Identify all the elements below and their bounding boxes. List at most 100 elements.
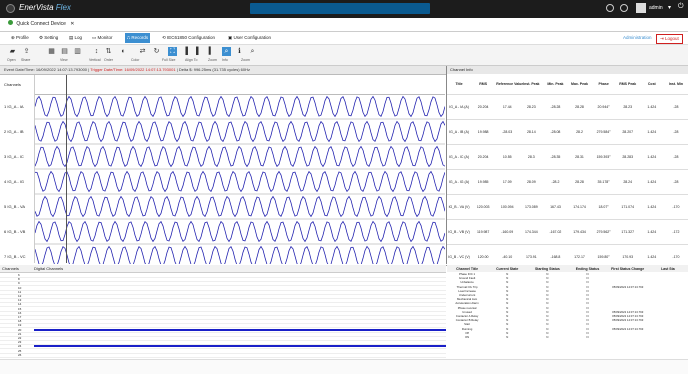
color-reset-icon[interactable]: ↻ <box>152 47 161 56</box>
align-right-icon[interactable]: ▍ <box>207 47 216 56</box>
table-row[interactable]: IG_B - VB (V) 119.987 -160.09 174.344 -167.0… <box>447 219 688 244</box>
column-header[interactable]: Inst. Min <box>664 75 688 94</box>
column-header[interactable]: Max. Peak <box>567 75 591 94</box>
menu-setting[interactable]: ⚙ Setting <box>37 33 60 43</box>
table-row[interactable]: IG_A - IA (A) 20.204 17.44 28.23 -28.28 28.28… <box>447 94 688 119</box>
align-center-icon[interactable]: ▌ <box>194 47 203 56</box>
menu-log[interactable]: ▤ Log <box>67 33 84 43</box>
column-header[interactable]: Channel Title <box>447 265 488 272</box>
toolbar-label-full-size: Full Size <box>162 58 176 62</box>
column-header[interactable]: Reference Value <box>495 75 523 94</box>
table-cell: 279.562° <box>596 229 611 234</box>
table-cell: 28.31 <box>575 154 584 159</box>
help-icon[interactable] <box>606 4 614 12</box>
info-icon[interactable]: ℹ <box>235 47 244 56</box>
column-header[interactable]: Cost <box>640 75 664 94</box>
menu-records[interactable]: ⎍ Records <box>125 33 151 43</box>
vertical-icon[interactable]: ↕ <box>92 47 101 56</box>
channel-label[interactable]: 6 IG_B - VB <box>4 229 25 234</box>
administration-link[interactable]: Administration <box>623 35 652 40</box>
channel-waveform <box>35 95 445 118</box>
table-cell: IG_A - IA (A) <box>449 104 469 109</box>
app-logo-icon <box>6 4 15 13</box>
menu-iec61850[interactable]: ⟲ IEC61850 Configuration <box>160 33 217 43</box>
table-cell: -28 <box>673 129 679 134</box>
channel-label[interactable]: 4 IG_A - IG <box>4 179 24 184</box>
view-list-icon[interactable]: ▤ <box>60 47 69 56</box>
avatar[interactable] <box>636 3 646 13</box>
view-grid-icon[interactable]: ▥ <box>73 47 82 56</box>
table-cell: -28.08 <box>550 129 561 134</box>
power-icon[interactable]: ⏻ <box>678 3 684 11</box>
horizontal-scrollbar[interactable] <box>0 359 688 374</box>
table-row[interactable]: IG_A - IG (A) 19.985 17.09 28.09 -28.2 28.28 3… <box>447 169 688 194</box>
time-cursor[interactable] <box>66 75 67 263</box>
table-cell <box>608 335 648 339</box>
full-size-icon[interactable]: ⛶ <box>168 47 177 56</box>
waveform-plot[interactable] <box>35 94 445 264</box>
column-header[interactable]: First Status Change <box>607 265 648 272</box>
toolbar-label-vertical: Vertical <box>89 58 101 62</box>
chevron-down-icon[interactable]: ▾ <box>668 4 671 11</box>
table-row[interactable]: IG_B - VA (V) 120.003 100.094 173.089 167.43… <box>447 194 688 219</box>
table-row[interactable]: IG_A - IC (A) 20.204 10.55 28.3 -28.35 28.31 1… <box>447 144 688 169</box>
column-header[interactable]: Phase <box>592 75 616 94</box>
align-left-icon[interactable]: ▐ <box>181 47 190 56</box>
menu-user-config[interactable]: ▣ User Configuration <box>226 33 273 43</box>
column-header[interactable]: Current State <box>487 265 528 272</box>
table-cell: -28.03 <box>502 129 513 134</box>
menu-monitor[interactable]: ▭ Monitor <box>90 33 115 43</box>
table-row[interactable]: IG_A - IB (A) 19.988 -28.03 28.14 -28.08 28.2… <box>447 119 688 144</box>
column-header[interactable]: Starting Status <box>527 265 568 272</box>
channel-label[interactable]: 3 IG_A - IC <box>4 154 24 159</box>
table-cell: 171.074 <box>621 204 635 209</box>
digital-row[interactable]: 26 <box>0 353 446 358</box>
column-header[interactable]: RMS Peak <box>616 75 640 94</box>
column-header[interactable]: RMS <box>471 75 495 94</box>
table-cell: 1.424 <box>647 154 657 159</box>
table-cell: 17.44 <box>502 104 512 109</box>
column-header[interactable]: Last Sta <box>647 265 688 272</box>
channel-info-header: Channel Info <box>447 66 688 74</box>
table-cell: 10.55 <box>502 154 512 159</box>
table-cell: 1.424 <box>647 179 657 184</box>
channel-label[interactable]: 2 IG_A - IB <box>4 129 24 134</box>
menu-profile[interactable]: ⊕ Profile <box>9 33 31 43</box>
table-cell: -28 <box>673 104 679 109</box>
close-icon[interactable]: ✕ <box>70 21 74 27</box>
open-icon[interactable]: ▰ <box>8 47 17 56</box>
column-header[interactable]: Min. Peak <box>543 75 567 94</box>
channel-label[interactable]: 5 IG_B - VA <box>4 204 25 209</box>
table-cell: 1.424 <box>647 204 657 209</box>
toolbar-label-open: Open <box>7 58 16 62</box>
color-swap-icon[interactable]: ⇄ <box>138 47 147 56</box>
column-header[interactable]: Title <box>447 75 471 94</box>
column-header[interactable]: Inst. Peak <box>519 75 543 94</box>
table-cell: IG_A - IG (A) <box>448 179 470 184</box>
channel-waveform <box>35 170 445 193</box>
digital-state-bar <box>34 345 446 348</box>
table-row[interactable]: ON N N N <box>447 335 688 339</box>
zoom-cursor-icon[interactable]: ⌕ <box>222 47 231 56</box>
table-cell: -170 <box>672 204 680 209</box>
table-cell: 167.43 <box>550 204 561 209</box>
channel-label[interactable]: 1 IG_A - IA <box>4 104 24 109</box>
table-cell: 28.28 <box>575 179 584 184</box>
table-cell: 159.393° <box>596 154 611 159</box>
time-scale <box>35 75 445 95</box>
column-header[interactable]: Ending Status <box>567 265 608 272</box>
color-icon[interactable]: ◐ <box>119 47 128 56</box>
tab-quick-connect[interactable]: Quick Connect Device ✕ <box>4 19 78 30</box>
digital-status-table: Channel Title Current State Starting Statu… <box>447 265 688 339</box>
view-icon[interactable]: ▦ <box>47 47 56 56</box>
table-cell: 173.089 <box>525 204 538 209</box>
toolbar-label-order: Order <box>104 58 113 62</box>
channel-label[interactable]: 7 IG_B - VC <box>4 254 26 259</box>
digital-channels-title: Digital Channels <box>34 266 64 271</box>
logout-button[interactable]: ⇥ Logout <box>656 34 683 44</box>
share-icon[interactable]: ⇪ <box>22 47 31 56</box>
user-name[interactable]: admin <box>649 5 663 11</box>
settings-icon[interactable] <box>620 4 628 12</box>
order-icon[interactable]: ⇅ <box>104 47 113 56</box>
zoom-icon[interactable]: ⌕ <box>248 47 257 56</box>
